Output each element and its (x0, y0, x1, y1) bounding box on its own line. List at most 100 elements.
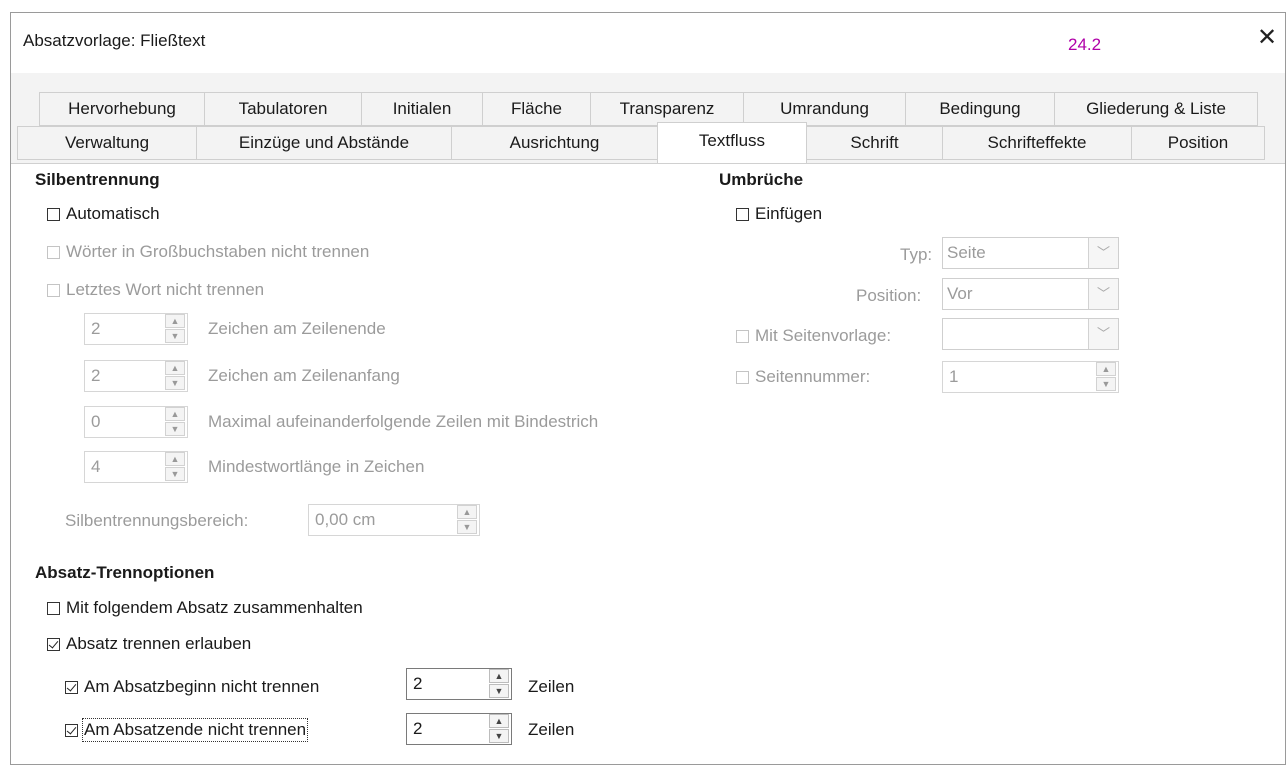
tab-textfluss[interactable]: Textfluss (657, 122, 807, 164)
split-options-heading: Absatz-Trennoptionen (35, 563, 215, 582)
tab-umrandung[interactable]: Umrandung (743, 92, 906, 126)
tab-panel-border (11, 163, 1285, 164)
tab-flaeche[interactable]: Fläche (482, 92, 591, 126)
no-last-word-checkbox[interactable]: Letztes Wort nicht trennen (47, 280, 264, 300)
allow-split-checkbox[interactable]: Absatz trennen erlauben (47, 634, 251, 654)
tab-position[interactable]: Position (1131, 126, 1265, 160)
break-type-label: Typ: (900, 245, 933, 264)
close-icon[interactable]: ✕ (1257, 26, 1277, 50)
orphan-control-checkbox[interactable]: Am Absatzbeginn nicht trennen (65, 677, 319, 697)
spin-up-icon[interactable]: ▲ (165, 407, 185, 421)
chars-line-begin-spin[interactable]: 2 ▲ ▼ (84, 360, 188, 392)
tab-einzuege-abstaende[interactable]: Einzüge und Abstände (196, 126, 452, 160)
automatic-label: Automatisch (66, 204, 160, 223)
no-caps-label: Wörter in Großbuchstaben nicht trennen (66, 242, 370, 261)
spin-value: 2 (413, 719, 423, 738)
checkbox-box (47, 637, 60, 651)
keep-with-next-label: Mit folgendem Absatz zusammenhalten (66, 598, 363, 617)
spin-up-icon[interactable]: ▲ (457, 505, 477, 519)
orphan-lines-spin[interactable]: 2 ▲ ▼ (406, 668, 512, 700)
tab-initialen[interactable]: Initialen (361, 92, 483, 126)
page-number-checkbox[interactable]: Seitennummer: (736, 367, 870, 387)
hyphenation-zone-label: Silbentrennungsbereich: (65, 511, 249, 530)
allow-split-label: Absatz trennen erlauben (66, 634, 252, 653)
dialog-title: Absatzvorlage: Fließtext (23, 31, 206, 50)
tab-schrift[interactable]: Schrift (806, 126, 943, 160)
spin-down-icon[interactable]: ▼ (489, 684, 509, 698)
spin-up-icon[interactable]: ▲ (1096, 362, 1116, 376)
keep-with-next-checkbox[interactable]: Mit folgendem Absatz zusammenhalten (47, 598, 363, 618)
page-style-select[interactable]: ﹀ (942, 318, 1119, 350)
spin-up-icon[interactable]: ▲ (489, 669, 509, 683)
min-word-length-spin[interactable]: 4 ▲ ▼ (84, 451, 188, 483)
automatic-hyphenation-checkbox[interactable]: Automatisch (47, 204, 160, 224)
spin-down-icon[interactable]: ▼ (457, 520, 477, 534)
breaks-heading: Umbrüche (719, 170, 804, 189)
max-consecutive-spin[interactable]: 0 ▲ ▼ (84, 406, 188, 438)
no-caps-checkbox[interactable]: Wörter in Großbuchstaben nicht trennen (47, 242, 369, 262)
break-position-label: Position: (856, 286, 922, 305)
tab-ausrichtung[interactable]: Ausrichtung (451, 126, 658, 160)
chars-line-end-label: Zeichen am Zeilenende (208, 319, 386, 338)
spin-up-icon[interactable]: ▲ (489, 714, 509, 728)
checkbox-box (736, 329, 749, 343)
tab-bedingung[interactable]: Bedingung (905, 92, 1055, 126)
chevron-down-icon[interactable]: ﹀ (1088, 279, 1118, 309)
checkbox-box (65, 723, 78, 737)
checkbox-box (47, 601, 60, 615)
spin-down-icon[interactable]: ▼ (165, 422, 185, 436)
widow-lines-spin[interactable]: 2 ▲ ▼ (406, 713, 512, 745)
spin-value: 2 (91, 319, 101, 338)
checkbox-box (47, 245, 60, 259)
checkbox-box (65, 680, 78, 694)
orphan-control-label: Am Absatzbeginn nicht trennen (84, 677, 320, 696)
insert-break-checkbox[interactable]: Einfügen (736, 204, 822, 224)
spin-down-icon[interactable]: ▼ (165, 467, 185, 481)
break-position-select[interactable]: Vor ﹀ (942, 278, 1119, 310)
widow-control-label: Am Absatzende nicht trennen (81, 718, 309, 742)
spin-value: 0 (91, 412, 101, 431)
paragraph-style-dialog: Absatzvorlage: Fließtext 24.2 ✕ Hervorhe… (10, 12, 1286, 765)
spin-value: 2 (91, 366, 101, 385)
spin-up-icon[interactable]: ▲ (165, 314, 185, 328)
min-word-length-label: Mindestwortlänge in Zeichen (208, 457, 425, 476)
insert-break-label: Einfügen (755, 204, 823, 223)
chevron-down-icon[interactable]: ﹀ (1088, 319, 1118, 349)
spin-down-icon[interactable]: ▼ (489, 729, 509, 743)
page-number-spin[interactable]: 1 ▲ ▼ (942, 361, 1119, 393)
tab-schrifteffekte[interactable]: Schrifteffekte (942, 126, 1132, 160)
spin-value: 4 (91, 457, 101, 476)
spin-down-icon[interactable]: ▼ (165, 329, 185, 343)
chars-line-begin-label: Zeichen am Zeilenanfang (208, 366, 400, 385)
hyphenation-heading: Silbentrennung (35, 170, 160, 189)
with-page-style-label: Mit Seitenvorlage: (755, 326, 892, 345)
checkbox-box (47, 207, 60, 221)
spin-value: 1 (949, 367, 959, 386)
page-number-label: Seitennummer: (755, 367, 871, 386)
checkbox-box (736, 370, 749, 384)
max-consecutive-label: Maximal aufeinanderfolgende Zeilen mit B… (208, 412, 599, 431)
spin-down-icon[interactable]: ▼ (165, 376, 185, 390)
tab-verwaltung[interactable]: Verwaltung (17, 126, 197, 160)
no-last-word-label: Letztes Wort nicht trennen (66, 280, 265, 299)
tab-gliederung-liste[interactable]: Gliederung & Liste (1054, 92, 1258, 126)
select-value: Vor (947, 284, 973, 303)
checkbox-box (736, 207, 749, 221)
with-page-style-checkbox[interactable]: Mit Seitenvorlage: (736, 326, 891, 346)
chevron-down-icon[interactable]: ﹀ (1088, 238, 1118, 268)
spin-up-icon[interactable]: ▲ (165, 452, 185, 466)
widow-control-checkbox[interactable]: Am Absatzende nicht trennen (65, 718, 309, 742)
spin-up-icon[interactable]: ▲ (165, 361, 185, 375)
tab-hervorhebung[interactable]: Hervorhebung (39, 92, 205, 126)
tab-bar: Hervorhebung Tabulatoren Initialen Fläch… (11, 73, 1285, 164)
widow-unit-label: Zeilen (528, 720, 575, 739)
chars-line-end-spin[interactable]: 2 ▲ ▼ (84, 313, 188, 345)
tab-transparenz[interactable]: Transparenz (590, 92, 744, 126)
spin-down-icon[interactable]: ▼ (1096, 377, 1116, 391)
title-bar: Absatzvorlage: Fließtext 24.2 ✕ (11, 13, 1285, 73)
break-type-select[interactable]: Seite ﹀ (942, 237, 1119, 269)
checkbox-box (47, 283, 60, 297)
tab-tabulatoren[interactable]: Tabulatoren (204, 92, 362, 126)
hyphenation-zone-spin[interactable]: 0,00 cm ▲ ▼ (308, 504, 480, 536)
orphan-unit-label: Zeilen (528, 677, 575, 696)
